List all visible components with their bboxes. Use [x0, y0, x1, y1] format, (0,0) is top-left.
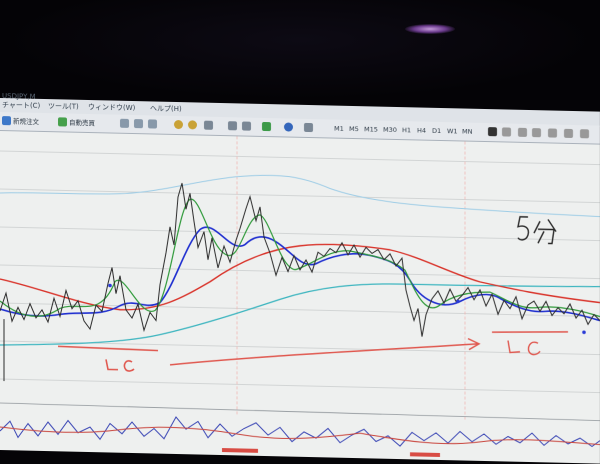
lc-handwriting-right: [491, 331, 569, 356]
oscillator-red-blocks: [222, 448, 440, 457]
toolbar-icon-3[interactable]: [148, 119, 157, 129]
timeframe-m15[interactable]: M15: [364, 123, 378, 135]
periods-icon[interactable]: [284, 122, 293, 132]
timeframe-m5[interactable]: M5: [349, 123, 359, 135]
timeframe-h4[interactable]: H4: [417, 124, 426, 136]
lc-handwriting-left: [57, 345, 159, 372]
text-tool-icon[interactable]: [580, 129, 589, 139]
auto-trade-button[interactable]: 自動売買: [69, 117, 95, 130]
horizontal-line-icon[interactable]: [532, 128, 541, 138]
new-order-button[interactable]: 新規注文: [13, 115, 39, 128]
red-trend-arrow: [169, 337, 481, 366]
zoom-in-icon[interactable]: [174, 119, 183, 130]
price-line: [0, 182, 600, 337]
timeframe-w1[interactable]: W1: [447, 125, 458, 137]
crosshair-icon[interactable]: [502, 127, 511, 137]
menu-item-window[interactable]: ウィンドウ(W): [88, 100, 135, 115]
cursor-icon[interactable]: [488, 127, 497, 137]
templates-icon[interactable]: [304, 122, 313, 133]
signal-markers: [108, 283, 586, 335]
monitor-bezel: [0, 0, 600, 100]
timeframe-d1[interactable]: D1: [432, 125, 441, 137]
channel-icon[interactable]: [564, 128, 573, 139]
timeframe-mn[interactable]: MN: [462, 125, 472, 137]
monitor-screen: USDJPY,M チャート(C) ツール(T) ウィンドウ(W) ヘルプ(H) …: [0, 92, 600, 464]
upper-band-line: [0, 174, 600, 218]
timeframe-m30[interactable]: M30: [383, 124, 397, 136]
vertical-line-icon[interactable]: [518, 127, 527, 137]
light-reflection: [405, 24, 455, 34]
menu-item-tools[interactable]: ツール(T): [48, 99, 79, 114]
price-chart[interactable]: LC LC 5分: [0, 131, 600, 464]
indicator-separator: [0, 402, 600, 422]
chart-shift-icon[interactable]: [228, 121, 237, 131]
grid-lines: [0, 150, 600, 393]
autoscroll-icon[interactable]: [242, 121, 251, 131]
menu-item-help[interactable]: ヘルプ(H): [150, 101, 182, 116]
menu-item-chart[interactable]: チャート(C): [2, 98, 40, 113]
day-separators: [236, 136, 466, 422]
timeframe-h1[interactable]: H1: [402, 124, 411, 136]
auto-trade-icon[interactable]: [58, 117, 67, 127]
chart-canvas: LC LC 5分: [0, 136, 600, 457]
tile-icon[interactable]: [204, 120, 213, 130]
indicators-icon[interactable]: [262, 121, 271, 132]
toolbar-icon-2[interactable]: [134, 119, 143, 129]
long-ma-line: [0, 283, 600, 346]
trendline-icon[interactable]: [548, 128, 557, 138]
timeframe-m1[interactable]: M1: [334, 123, 344, 135]
toolbar-icon-1[interactable]: [120, 118, 129, 128]
zoom-out-icon[interactable]: [188, 120, 197, 130]
new-order-icon[interactable]: [2, 116, 11, 126]
